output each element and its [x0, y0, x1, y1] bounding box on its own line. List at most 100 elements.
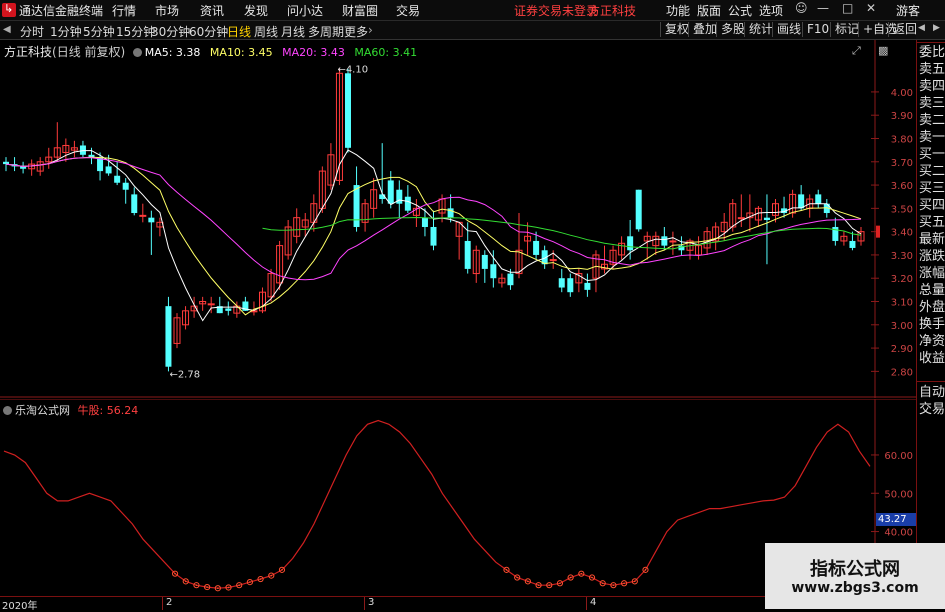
draw-line-button[interactable]: 画线: [772, 22, 805, 37]
panel-item-bid1[interactable]: 买一: [919, 146, 945, 163]
period-60min[interactable]: 60分钟: [189, 23, 228, 40]
buy-signal-dot: [238, 584, 241, 586]
chart-config-icon[interactable]: ▩: [878, 44, 888, 57]
scroll-left-icon[interactable]: ◀: [918, 23, 925, 33]
candle-body-down: [481, 254, 488, 269]
candle-body-down: [421, 217, 428, 227]
buy-signal-dot: [612, 584, 615, 586]
menu-item-formula[interactable]: 公式: [728, 2, 752, 19]
login-warning[interactable]: 证券交易未登录: [514, 2, 598, 19]
buy-signal-dot: [249, 581, 251, 583]
candle-body-down: [464, 240, 471, 269]
candle-body-down: [225, 308, 232, 311]
panel-item-net-assets[interactable]: 净资: [919, 333, 945, 350]
buy-signal-dot: [548, 584, 551, 586]
chart-expand-icon[interactable]: ⤢: [852, 44, 861, 58]
watermark-title: 指标公式网: [810, 559, 900, 580]
panel-item-turnover[interactable]: 换手: [919, 316, 945, 333]
candle-body-down: [131, 194, 138, 214]
panel-item-ask2[interactable]: 卖二: [919, 112, 945, 129]
price-tick-label: 3.40: [891, 228, 913, 239]
menu-item-trade[interactable]: 交易: [396, 2, 420, 19]
panel-divider: [917, 42, 945, 43]
panel-item-bid4[interactable]: 买四: [919, 197, 945, 214]
minimize-icon[interactable]: —: [817, 1, 829, 15]
menu-item-options[interactable]: 选项: [759, 2, 783, 19]
period-multi[interactable]: 多周期: [308, 23, 344, 40]
period-15min[interactable]: 15分钟: [116, 23, 155, 40]
panel-item-bid2[interactable]: 买二: [919, 163, 945, 180]
buy-signal-dot: [527, 580, 529, 583]
panel-item-bid-ratio[interactable]: 委比: [919, 44, 945, 61]
price-tick-label: 3.60: [891, 181, 913, 192]
buy-signal-dot: [601, 582, 604, 585]
f10-button[interactable]: F10: [802, 22, 833, 37]
buy-signal-dot: [516, 576, 518, 579]
candle-body-down: [849, 240, 856, 248]
panel-item-change-pct[interactable]: 涨幅: [919, 265, 945, 282]
menu-item-quotes[interactable]: 行情: [112, 2, 136, 19]
menu-item-functions[interactable]: 功能: [666, 2, 690, 19]
candle-body-down: [345, 73, 351, 148]
scroll-right-icon[interactable]: ▶: [933, 23, 940, 33]
candle-body-down: [798, 194, 805, 209]
menu-item-wealth[interactable]: 财富圈: [342, 2, 378, 19]
more-chevron-icon[interactable]: ›: [368, 23, 373, 37]
price-tick-label: 3.50: [891, 204, 913, 215]
panel-scroll-control[interactable]: ◀ ▶: [916, 21, 945, 39]
panel-item-latest[interactable]: 最新: [919, 231, 945, 248]
buy-signal-dot: [537, 584, 540, 586]
indicator-settings-icon[interactable]: [3, 406, 12, 415]
candle-body-down: [114, 175, 121, 183]
panel-item-ask4[interactable]: 卖四: [919, 78, 945, 95]
guest-label[interactable]: 游客: [896, 2, 920, 19]
price-tick-label: 2.80: [891, 367, 913, 378]
panel-divider: [917, 381, 945, 382]
menu-item-layout[interactable]: 版面: [697, 2, 721, 19]
panel-item-ask5[interactable]: 卖五: [919, 61, 945, 78]
period-5min[interactable]: 5分钟: [83, 23, 115, 40]
panel-item-earnings[interactable]: 收益: [919, 350, 945, 367]
buy-signal-dot: [259, 578, 262, 580]
panel-item-bid5[interactable]: 买五: [919, 214, 945, 231]
period-more[interactable]: 更多: [344, 23, 368, 40]
skin-icon[interactable]: ☺: [795, 1, 808, 15]
candle-body-up: [669, 240, 677, 243]
settings-dot-icon[interactable]: [132, 48, 142, 57]
panel-item-volume[interactable]: 总量: [919, 282, 945, 299]
period-1min[interactable]: 1分钟: [50, 23, 82, 40]
menu-item-xiaoda[interactable]: 问小达: [287, 2, 323, 19]
panel-item-ask1[interactable]: 卖一: [919, 129, 945, 146]
period-30min[interactable]: 30分钟: [151, 23, 190, 40]
high-price-marker: ←4.10: [337, 65, 368, 76]
panel-item-ask3[interactable]: 卖三: [919, 95, 945, 112]
collapse-icon[interactable]: ◀: [3, 24, 11, 35]
buy-signal-dot: [217, 587, 219, 590]
candle-body-down: [490, 264, 497, 279]
period-weekly[interactable]: 周线: [254, 23, 278, 40]
auto-trade-label[interactable]: 自动: [919, 384, 945, 401]
panel-item-outer-vol[interactable]: 外盘: [919, 299, 945, 316]
panel-item-change[interactable]: 涨跌: [919, 248, 945, 265]
period-toolbar: ◀ 分时 1分钟 5分钟 15分钟 30分钟 60分钟 日线 周线 月线 多周期…: [0, 21, 945, 40]
candle-body-down: [387, 180, 394, 204]
close-icon[interactable]: ✕: [866, 1, 876, 15]
menu-item-discover[interactable]: 发现: [244, 2, 268, 19]
period-daily[interactable]: 日线: [227, 23, 251, 40]
buy-signal-dot: [644, 569, 647, 571]
auto-trade-label-2[interactable]: 交易: [919, 401, 945, 418]
buy-signal-dot: [591, 576, 593, 579]
indicator-name: 乐淘公式网: [15, 404, 70, 417]
price-tick-label: 3.10: [891, 298, 913, 309]
menu-item-news[interactable]: 资讯: [200, 2, 224, 19]
period-monthly[interactable]: 月线: [281, 23, 305, 40]
buy-signal-dot: [505, 569, 508, 571]
menu-item-market[interactable]: 市场: [155, 2, 179, 19]
indicator-value: 牛股: 56.24: [77, 404, 139, 417]
candle-body-down: [165, 306, 172, 367]
kline-chart[interactable]: ←4.10 ←2.78 4.00 3.90 3.80 3.70 3.60 3.50 3.40 3…: [0, 40, 916, 398]
maximize-icon[interactable]: □: [842, 1, 853, 15]
period-tick[interactable]: 分时: [20, 23, 44, 40]
buy-signal-dot: [623, 582, 625, 585]
panel-item-bid3[interactable]: 买三: [919, 180, 945, 197]
